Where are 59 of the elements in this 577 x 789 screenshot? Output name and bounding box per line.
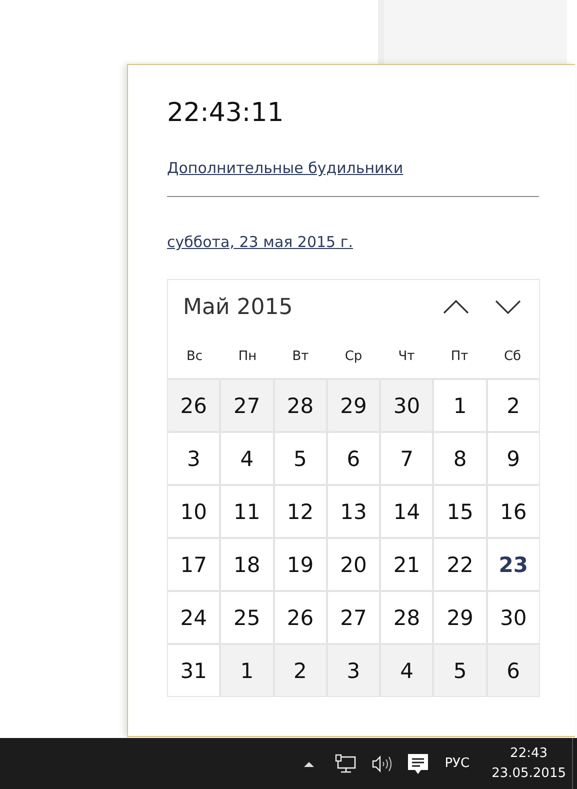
day-cell[interactable]: 25 <box>221 592 273 643</box>
show-hidden-icons-icon[interactable] <box>302 760 315 768</box>
day-cell[interactable]: 19 <box>274 539 326 590</box>
day-cell[interactable]: 4 <box>381 645 432 696</box>
weekday-label: Сб <box>504 348 522 364</box>
day-cell[interactable]: 7 <box>381 433 432 484</box>
day-cell[interactable]: 27 <box>328 592 380 643</box>
alarms-link[interactable]: Дополнительные будильники <box>167 158 404 178</box>
day-cell[interactable]: 5 <box>434 645 486 696</box>
weekday-label: Чт <box>398 348 415 364</box>
clock-time: 22:43:11 <box>167 97 284 130</box>
day-cell[interactable]: 1 <box>434 380 486 431</box>
weekday-label: Пт <box>450 348 468 364</box>
day-cell[interactable]: 1 <box>221 645 273 696</box>
day-cell[interactable]: 6 <box>328 433 380 484</box>
day-cell[interactable]: 2 <box>274 645 326 696</box>
weekday-label: Вс <box>186 348 203 364</box>
day-cell[interactable]: 3 <box>168 433 220 484</box>
network-icon[interactable] <box>334 754 357 774</box>
day-cell[interactable]: 2 <box>488 380 539 431</box>
day-cell[interactable]: 17 <box>168 539 220 590</box>
day-cell[interactable]: 20 <box>328 539 380 590</box>
day-cell[interactable]: 30 <box>381 380 432 431</box>
day-cell[interactable]: 30 <box>488 592 539 643</box>
notification-icon[interactable] <box>406 752 429 774</box>
day-cell[interactable]: 15 <box>434 486 486 537</box>
taskbar-clock[interactable]: 22:43 23.05.2015 <box>492 744 566 784</box>
day-cell[interactable]: 31 <box>168 645 220 696</box>
weekday-label: Пн <box>238 348 257 364</box>
day-cell[interactable]: 23 <box>488 539 539 590</box>
day-cell[interactable]: 29 <box>328 380 380 431</box>
day-cell[interactable]: 24 <box>168 592 220 643</box>
day-cell[interactable]: 5 <box>274 433 326 484</box>
weekday-label: Ср <box>344 348 362 364</box>
day-cell[interactable]: 3 <box>328 645 380 696</box>
day-cell[interactable]: 13 <box>328 486 380 537</box>
day-cell[interactable]: 10 <box>168 486 220 537</box>
month-title: Май 2015 <box>183 294 294 320</box>
date-link[interactable]: суббота, 23 мая 2015 г. <box>167 232 354 252</box>
day-cell[interactable]: 27 <box>221 380 273 431</box>
day-cell[interactable]: 29 <box>434 592 486 643</box>
day-cell[interactable]: 16 <box>488 486 539 537</box>
day-cell[interactable]: 26 <box>168 380 220 431</box>
day-cell[interactable]: 11 <box>221 486 273 537</box>
language-indicator[interactable]: РУС <box>444 756 470 771</box>
day-cell[interactable]: 21 <box>381 539 432 590</box>
day-cell[interactable]: 22 <box>434 539 486 590</box>
day-cell[interactable]: 18 <box>221 539 273 590</box>
speaker-icon[interactable] <box>370 754 393 774</box>
day-cell[interactable]: 12 <box>274 486 326 537</box>
weekday-label: Вт <box>292 348 309 364</box>
day-cell[interactable]: 28 <box>274 380 326 431</box>
day-cell[interactable]: 8 <box>434 433 486 484</box>
day-cell[interactable]: 28 <box>381 592 432 643</box>
day-cell[interactable]: 6 <box>488 645 539 696</box>
day-cell[interactable]: 14 <box>381 486 432 537</box>
day-cell[interactable]: 4 <box>221 433 273 484</box>
day-cell[interactable]: 9 <box>488 433 539 484</box>
day-cell[interactable]: 26 <box>274 592 326 643</box>
